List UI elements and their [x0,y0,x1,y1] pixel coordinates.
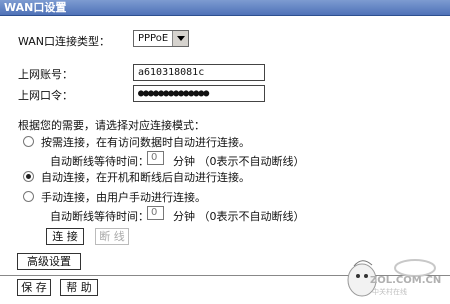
advanced-settings-button[interactable]: 高级设置 [17,253,81,270]
idle-unit-hint-2: 分钟 （0表示不自动断线） [173,210,305,223]
idle-time-label-1: 自动断线等待时间： [50,155,149,168]
option-manual-label: 手动连接，由用户手动进行连接。 [41,191,206,204]
mode-intro: 根据您的需要，请选择对应连接模式： [18,119,205,132]
watermark-sub: 中关村在线 [372,288,407,296]
connect-button[interactable]: 连 接 [46,228,84,245]
radio-on-demand[interactable] [23,136,34,147]
wan-type-value: PPPoE [138,33,169,44]
idle-time-label-2: 自动断线等待时间： [50,210,149,223]
watermark-text: ZOL.COM.CN [370,275,442,286]
window-title: WAN口设置 [0,0,450,16]
option-auto-label: 自动连接，在开机和断线后自动进行连接。 [41,171,250,184]
option-on-demand-label: 按需连接，在有访问数据时自动进行连接。 [41,136,250,149]
wan-type-select[interactable]: PPPoE [133,30,189,47]
wan-type-label: WAN口连接类型： [18,35,111,48]
radio-auto[interactable] [23,171,34,182]
account-input[interactable]: a610318081c [133,64,265,81]
idle-time-input-2[interactable]: 0 [147,206,164,220]
radio-manual[interactable] [23,191,34,202]
dropdown-arrow-icon[interactable] [172,31,188,46]
help-button[interactable]: 帮 助 [60,279,98,296]
idle-time-input-1[interactable]: 0 [147,151,164,165]
password-label: 上网口令： [18,89,73,102]
account-label: 上网账号： [18,68,73,81]
save-button[interactable]: 保 存 [17,279,51,296]
idle-unit-hint-1: 分钟 （0表示不自动断线） [173,155,305,168]
password-input[interactable]: ●●●●●●●●●●●●●● [133,85,265,102]
disconnect-button[interactable]: 断 线 [95,228,129,245]
